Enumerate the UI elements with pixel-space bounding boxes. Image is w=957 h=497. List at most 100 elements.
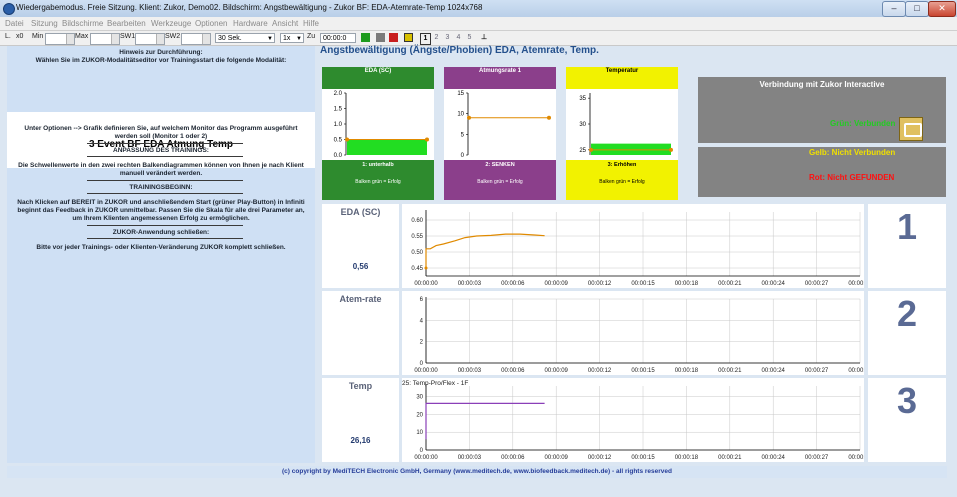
timespan-select[interactable]: 30 Sek. ▼: [215, 33, 275, 43]
hint-title: Hinweis zur Durchführung:: [119, 49, 203, 56]
series-start-point: [424, 266, 428, 270]
breath-channel-label: Atem-rate: [322, 291, 399, 375]
sw2-label: SW2: [165, 33, 181, 40]
play-button[interactable]: [361, 33, 370, 42]
page-button-3[interactable]: 3: [443, 33, 452, 43]
x-tick-label: 00:00:15: [631, 281, 655, 287]
breath-plot: 00:00:00 00:00:03 00:00:06 00:00:09 00:00:12…: [414, 297, 864, 374]
eda-bar-chart: 2.0 1.5 1.0 0.5 0.0: [334, 91, 429, 159]
card-tick-label: 35: [579, 96, 586, 102]
x-tick-label: 00:00:24: [762, 455, 786, 461]
breath-mode-label: 2: SENKEN: [485, 162, 515, 168]
menu-werkzeuge[interactable]: Werkzeuge: [151, 19, 191, 28]
menu-optionen[interactable]: Optionen: [195, 19, 227, 28]
copyright-bar: (c) copyright by MediTECH Electronic Gmb…: [7, 466, 947, 478]
axis-icon[interactable]: L.: [5, 33, 11, 40]
menu-bearbeiten[interactable]: Bearbeiten: [107, 19, 146, 28]
start-text-2: beginnt das Feedback in ZUKOR unmittelba…: [17, 207, 305, 214]
time-value: 00:00:0: [323, 35, 347, 42]
menu-sitzung[interactable]: Sitzung: [31, 19, 58, 28]
y-tick-label: 30: [416, 395, 423, 401]
eda-channel-name: EDA (SC): [340, 207, 381, 217]
maximize-button[interactable]: □: [905, 1, 929, 17]
speed-select[interactable]: 1x ▼: [280, 33, 304, 43]
divider: [87, 238, 243, 239]
temp-line-chart: 25: Temp-Pro/Flex - 1F 00:00:00 00:00:03 00…: [402, 378, 864, 462]
page-title: Angstbewältigung (Ängste/Phobien) EDA, A…: [320, 45, 599, 56]
page-button-5[interactable]: 5: [465, 33, 474, 43]
temp-bar-chart: 35 30 25: [579, 93, 673, 155]
x-tick-label: 00:00:09: [545, 368, 569, 374]
y-tick-label: 10: [416, 430, 423, 436]
close-button[interactable]: ✕: [928, 1, 956, 17]
spinner-arrows-icon[interactable]: [111, 34, 119, 44]
page-button-1[interactable]: 1: [420, 33, 431, 45]
zu-label: Zu: [307, 33, 316, 40]
app-icon: [3, 3, 15, 15]
eda-card-footer: 1: unterhalb Balken grün = Erfolg: [322, 160, 434, 200]
card-tick-label: 2.0: [334, 91, 343, 97]
page-button-2[interactable]: 2: [432, 33, 441, 43]
time-input[interactable]: 00:00:0: [320, 33, 356, 43]
spinner-arrows-icon[interactable]: [156, 34, 164, 44]
pause-button[interactable]: [404, 33, 413, 42]
temp-mode-label: 3: Erhöhen: [607, 162, 637, 168]
x-tick-label: 00:00:27: [805, 281, 829, 287]
menu-ansicht[interactable]: Ansicht: [272, 19, 298, 28]
window-title: Wiedergabemodus. Freie Sitzung. Klient: …: [16, 3, 483, 12]
window-titlebar[interactable]: Wiedergabemodus. Freie Sitzung. Klient: …: [0, 0, 957, 18]
eda-threshold-marker-left: [345, 137, 349, 142]
x-tick-label: 00:00:12: [588, 455, 612, 461]
start-title: TRAININGSBEGINN:: [129, 184, 193, 191]
x-tick-label: 00:00:06: [501, 455, 525, 461]
status-yellow-label: Gelb: Nicht Verbunden: [809, 148, 896, 157]
series-line: [425, 402, 545, 440]
menu-hardware[interactable]: Hardware: [233, 19, 268, 28]
stop-button[interactable]: [376, 33, 385, 42]
spinner-arrows-icon[interactable]: [202, 34, 210, 44]
zukor-connect-icon[interactable]: [899, 117, 923, 141]
chevron-down-icon: ▼: [267, 36, 273, 42]
adjust-title: ANPASSUNG DES TRAININGS:: [113, 147, 209, 154]
breath-card-title: Atmungsrate 1: [444, 67, 556, 89]
x-tick-label: 00:00:03: [458, 281, 482, 287]
sw2-input[interactable]: [181, 33, 211, 45]
breath-threshold-marker-left: [467, 115, 471, 120]
breath-card: Atmungsrate 1 15 10 5 0 2: SENKEN Balken gr…: [444, 67, 556, 200]
min-label: Min: [32, 33, 44, 40]
min-input[interactable]: [45, 33, 75, 45]
status-green-label: Grün: Verbunden: [830, 119, 896, 128]
page-button-4[interactable]: 4: [454, 33, 463, 43]
x-tick-label: 00:00:15: [631, 455, 655, 461]
max-input[interactable]: [90, 33, 120, 45]
y-tick-label: 0.60: [411, 218, 423, 224]
connection-plug-icon: [904, 123, 922, 137]
x-tick-label: 00:00:00: [414, 455, 438, 461]
status-red-label: Rot: Nicht GEFUNDEN: [809, 173, 895, 182]
zukor-title: Verbindung mit Zukor Interactive: [759, 80, 885, 89]
x-tick-label: 00:00:09: [545, 281, 569, 287]
card-tick-label: 10: [457, 112, 464, 118]
spinner-arrows-icon[interactable]: [66, 34, 74, 44]
breath-success-label: Balken grün = Erfolg: [477, 179, 523, 185]
graph-icon[interactable]: ⊥: [481, 33, 487, 41]
x-tick-label: 00:00:24: [762, 281, 786, 287]
menu-hilfe[interactable]: Hilfe: [303, 19, 319, 28]
y-tick-label: 0: [420, 448, 424, 454]
menu-datei[interactable]: Datei: [5, 19, 24, 28]
sw1-input[interactable]: [135, 33, 165, 45]
temp-success-label: Balken grün = Erfolg: [599, 179, 645, 185]
minimize-button[interactable]: –: [882, 1, 906, 17]
record-button[interactable]: [389, 33, 398, 42]
card-tick-label: 1.5: [334, 107, 343, 113]
eda-success-label: Balken grün = Erfolg: [355, 179, 401, 185]
menu-bildschirme[interactable]: Bildschirme: [62, 19, 103, 28]
divider: [87, 156, 243, 157]
breath-channel-number-box: 2: [868, 291, 946, 375]
close-text: Bitte vor jeder Trainings- oder Klienten…: [36, 244, 286, 251]
breath-threshold-marker-right: [547, 115, 551, 120]
temp-ticks: 35 30 25: [579, 96, 590, 154]
start-text-1: Nach Klicken auf BEREIT in ZUKOR und ans…: [17, 199, 305, 206]
instruction-panel: Hinweis zur Durchführung: Wählen Sie im …: [7, 46, 315, 463]
x-tick-label: 00:00:24: [762, 368, 786, 374]
